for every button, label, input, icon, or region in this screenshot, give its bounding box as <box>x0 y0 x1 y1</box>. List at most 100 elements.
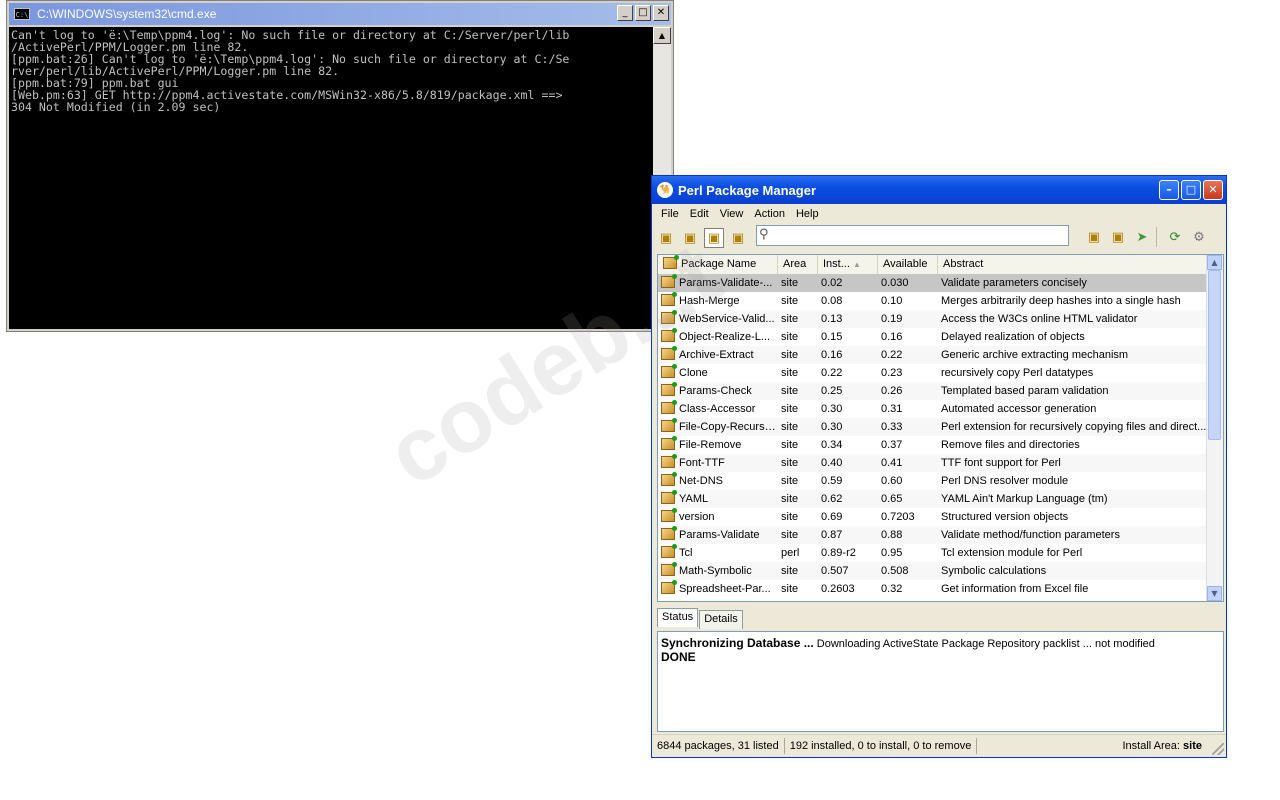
package-name: Spreadsheet-Par... <box>679 583 771 595</box>
search-input[interactable] <box>777 227 1062 243</box>
package-row[interactable]: Archive-Extract site 0.16 0.22 Generic archi… <box>658 346 1207 364</box>
sort-ascending-icon: ▲ <box>852 260 861 269</box>
preferences-gear-icon[interactable]: ⚙ <box>1189 227 1209 247</box>
scroll-down-icon[interactable]: ▼ <box>1207 586 1222 601</box>
column-header-available[interactable]: Available <box>878 255 938 274</box>
cmd-console-output[interactable]: Can't log to 'ë:\Temp\ppm4.log': No such… <box>9 27 653 329</box>
view-all-packages-icon[interactable]: ▣ <box>656 228 676 248</box>
package-row[interactable]: version site 0.69 0.7203 Structured version … <box>658 508 1207 526</box>
search-icon[interactable]: ⚲ <box>759 227 769 242</box>
cmd-app-icon[interactable]: C:\ <box>14 8 30 20</box>
package-available-version-cell: 0.32 <box>881 583 903 595</box>
package-available-version-cell: 0.37 <box>881 439 903 451</box>
resize-grip-icon[interactable] <box>1212 743 1224 755</box>
status-heading: Synchronizing Database ... <box>661 636 814 650</box>
status-detail: Downloading ActiveState Package Reposito… <box>813 638 1155 650</box>
ppm-minimize-button[interactable]: – <box>1159 180 1179 200</box>
package-row[interactable]: Params-Check site 0.25 0.26 Templated based … <box>658 382 1207 400</box>
package-row[interactable]: File-Remove site 0.34 0.37 Remove files and … <box>658 436 1207 454</box>
package-abstract-cell: Symbolic calculations <box>941 565 1047 577</box>
menu-edit[interactable]: Edit <box>685 208 715 220</box>
scroll-thumb[interactable] <box>1208 270 1221 440</box>
package-row[interactable]: Tcl perl 0.89-r2 0.95 Tcl extension module f… <box>658 544 1207 562</box>
package-row[interactable]: Net-DNS site 0.59 0.60 Perl DNS resolver mod… <box>658 472 1207 490</box>
package-area-cell: site <box>781 457 799 469</box>
package-list-scrollbar[interactable]: ▲ ▼ <box>1206 255 1223 601</box>
package-row[interactable]: Math-Symbolic site 0.507 0.508 Symbolic calc… <box>658 562 1207 580</box>
package-row[interactable]: WebService-Valid... site 0.13 0.19 Access th… <box>658 310 1207 328</box>
search-box[interactable]: ⚲ <box>756 225 1069 246</box>
package-abstract-cell: Merges arbitrarily deep hashes into a si… <box>941 295 1181 307</box>
cmd-title-bar[interactable]: C:\ C:\WINDOWS\system32\cmd.exe _ □ ✕ <box>9 3 671 25</box>
package-row[interactable]: YAML site 0.62 0.65 YAML Ain't Markup Langua… <box>658 490 1207 508</box>
sync-refresh-icon[interactable]: ⟳ <box>1165 227 1185 247</box>
view-installed-packages-icon[interactable]: ▣ <box>680 228 700 248</box>
cmd-scroll-up-icon[interactable]: ▲ <box>653 27 671 44</box>
package-name: Params-Validate-... <box>679 277 773 289</box>
package-installed-version-cell: 0.30 <box>821 421 843 433</box>
package-icon <box>661 562 677 576</box>
column-header-installed[interactable]: Inst... ▲ <box>818 255 878 274</box>
ppm-window: 🐪 Perl Package Manager – □ ✕ File Edit V… <box>651 175 1227 758</box>
package-icon <box>661 364 677 378</box>
ppm-maximize-button[interactable]: □ <box>1181 180 1201 200</box>
package-row[interactable]: Spreadsheet-Par... site 0.2603 0.32 Get info… <box>658 580 1207 598</box>
package-icon <box>661 400 677 414</box>
package-row[interactable]: Hash-Merge site 0.08 0.10 Merges arbitrarily… <box>658 292 1207 310</box>
tab-details[interactable]: Details <box>699 610 743 629</box>
package-name-cell: File-Copy-Recursive <box>658 418 778 436</box>
package-row[interactable]: Clone site 0.22 0.23 recursively copy Perl d… <box>658 364 1207 382</box>
cmd-close-button[interactable]: ✕ <box>653 5 669 21</box>
package-row[interactable]: Class-Accessor site 0.30 0.31 Automated acce… <box>658 400 1207 418</box>
menu-bar: File Edit View Action Help <box>652 204 1226 224</box>
mark-remove-icon[interactable]: ▣ <box>1108 227 1128 247</box>
package-list[interactable]: Package Name Area Inst... ▲ Available Ab… <box>657 254 1224 602</box>
package-name: Font-TTF <box>679 457 725 469</box>
package-row[interactable]: Font-TTF site 0.40 0.41 TTF font support for… <box>658 454 1207 472</box>
package-abstract-cell: Generic archive extracting mechanism <box>941 349 1129 361</box>
package-available-version-cell: 0.16 <box>881 331 903 343</box>
package-installed-version-cell: 0.507 <box>821 565 849 577</box>
package-area-cell: site <box>781 475 799 487</box>
package-icon <box>661 544 677 558</box>
ppm-close-button[interactable]: ✕ <box>1203 180 1223 200</box>
package-name-cell: WebService-Valid... <box>658 310 778 328</box>
package-icon <box>661 436 677 450</box>
view-modified-packages-icon[interactable]: ▣ <box>728 228 748 248</box>
package-abstract-cell: Automated accessor generation <box>941 403 1097 415</box>
mark-install-icon[interactable]: ▣ <box>1084 227 1104 247</box>
column-header-package-name[interactable]: Package Name <box>658 255 778 274</box>
menu-help[interactable]: Help <box>791 208 825 220</box>
package-row[interactable]: Params-Validate-... site 0.02 0.030 Validate… <box>658 274 1207 292</box>
package-name: Tcl <box>679 547 693 559</box>
cmd-maximize-button[interactable]: □ <box>635 5 651 21</box>
status-install-summary: 192 installed, 0 to install, 0 to remove <box>785 738 978 754</box>
package-installed-version-cell: 0.69 <box>821 511 843 523</box>
cmd-window: C:\ C:\WINDOWS\system32\cmd.exe _ □ ✕ Ca… <box>6 0 674 332</box>
ppm-camel-logo-icon[interactable]: 🐪 <box>657 182 673 198</box>
cmd-minimize-button[interactable]: _ <box>617 5 633 21</box>
package-installed-version-cell: 0.89-r2 <box>821 547 856 559</box>
package-area-cell: site <box>781 493 799 505</box>
view-upgradable-packages-icon[interactable]: ▣ <box>704 228 724 248</box>
package-icon <box>661 526 677 540</box>
menu-file[interactable]: File <box>656 208 685 220</box>
ppm-title-bar[interactable]: 🐪 Perl Package Manager – □ ✕ <box>652 176 1226 204</box>
run-marked-actions-icon[interactable]: ➤ <box>1132 227 1152 247</box>
package-row[interactable]: Params-Validate site 0.87 0.88 Validate meth… <box>658 526 1207 544</box>
column-header-area[interactable]: Area <box>778 255 818 274</box>
package-area-cell: site <box>781 385 799 397</box>
package-installed-version-cell: 0.2603 <box>821 583 855 595</box>
menu-action[interactable]: Action <box>749 208 791 220</box>
tab-status[interactable]: Status <box>657 608 699 627</box>
package-row[interactable]: File-Copy-Recursive site 0.30 0.33 Perl exte… <box>658 418 1207 436</box>
menu-view[interactable]: View <box>715 208 750 220</box>
package-area-cell: site <box>781 367 799 379</box>
status-panel: Synchronizing Database ... Downloading A… <box>657 631 1224 732</box>
package-available-version-cell: 0.10 <box>881 295 903 307</box>
package-abstract-cell: Validate parameters concisely <box>941 277 1087 289</box>
column-header-abstract[interactable]: Abstract <box>938 255 1207 274</box>
package-row[interactable]: Object-Realize-L... site 0.15 0.16 Delayed r… <box>658 328 1207 346</box>
scroll-up-icon[interactable]: ▲ <box>1207 255 1222 270</box>
package-available-version-cell: 0.33 <box>881 421 903 433</box>
